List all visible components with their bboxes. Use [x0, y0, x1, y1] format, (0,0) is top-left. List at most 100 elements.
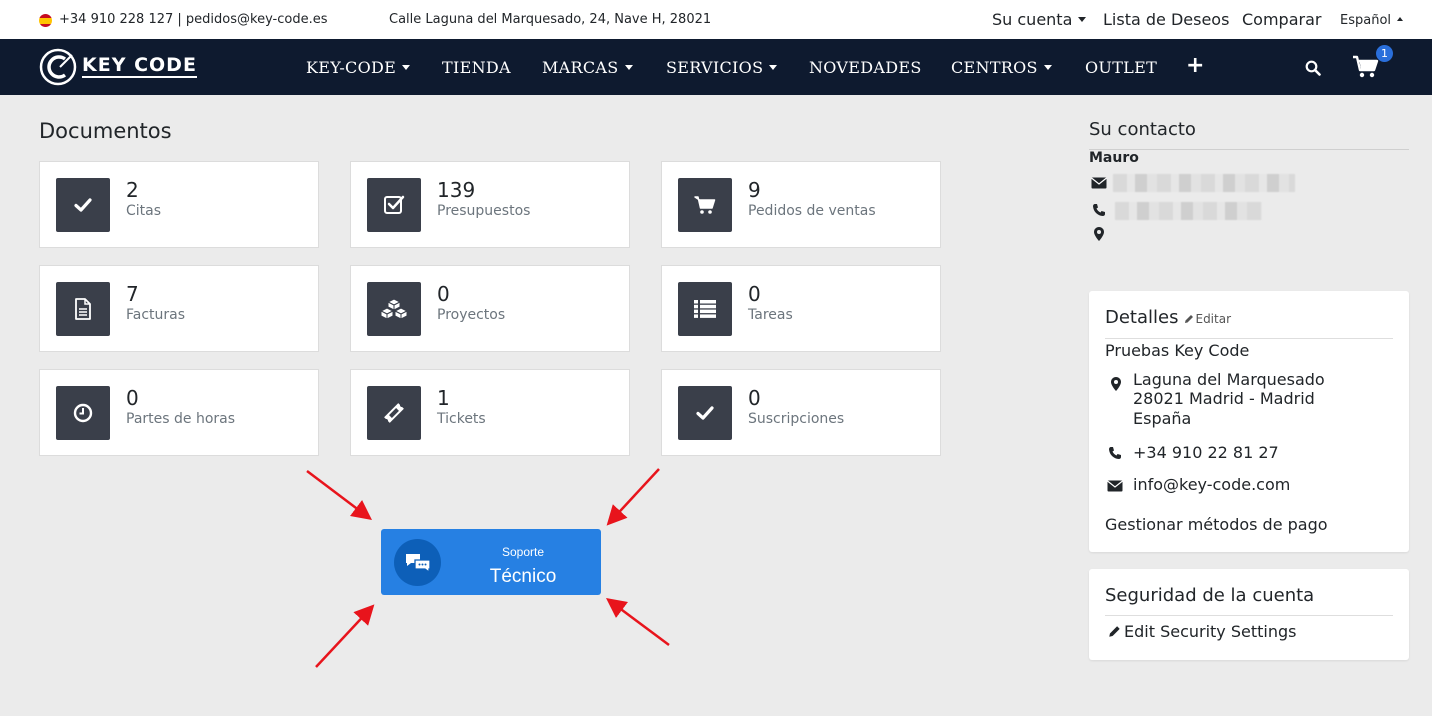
card-label: Tickets	[437, 411, 486, 427]
cubes-icon	[367, 282, 421, 336]
support-label-small: Soporte	[501, 545, 545, 559]
nav-novedades[interactable]: NOVEDADES	[809, 58, 922, 77]
card-value: 0	[126, 386, 139, 410]
logo-text: KEY CODE	[82, 54, 197, 78]
chevron-up-icon	[1397, 17, 1404, 21]
card-value: 9	[748, 178, 761, 202]
company-name: Pruebas Key Code	[1105, 341, 1250, 360]
spain-flag-icon	[39, 14, 52, 27]
edit-security-settings-link[interactable]: Edit Security Settings	[1108, 622, 1296, 642]
card-tickets[interactable]: 1 Tickets	[350, 369, 630, 456]
chevron-down-icon	[769, 65, 778, 70]
wishlist-link[interactable]: Lista de Deseos	[1103, 10, 1229, 29]
pencil-icon	[1109, 626, 1120, 637]
contact-title: Su contacto	[1089, 119, 1196, 140]
arrow-bottom-left	[315, 604, 375, 668]
arrow-top-left	[306, 470, 372, 521]
phone-icon	[1109, 447, 1121, 459]
logo-mark-icon	[39, 48, 77, 86]
chat-bubbles-icon	[394, 539, 441, 586]
check-icon	[678, 386, 732, 440]
address-line-3: España	[1133, 409, 1192, 428]
nav-servicios-label: SERVICIOS	[666, 58, 764, 77]
language-label: Español	[1340, 13, 1392, 28]
card-label: Proyectos	[437, 307, 506, 323]
card-label: Tareas	[748, 307, 793, 323]
card-proyectos[interactable]: 0 Proyectos	[350, 265, 630, 352]
document-icon	[56, 282, 110, 336]
store-address: Calle Laguna del Marquesado, 24, Nave H,…	[389, 12, 712, 27]
card-value: 0	[748, 282, 761, 306]
account-menu[interactable]: Su cuenta	[992, 10, 1087, 29]
main-navbar: KEY CODE KEY-CODE TIENDA MARCAS SERVICIO…	[0, 39, 1432, 95]
envelope-icon	[1091, 177, 1107, 189]
nav-marcas-label: MARCAS	[542, 58, 619, 77]
divider	[1105, 338, 1393, 339]
divider	[1105, 615, 1393, 616]
chevron-down-icon	[624, 65, 633, 70]
manage-payment-methods-link[interactable]: Gestionar métodos de pago	[1105, 515, 1328, 535]
technical-support-button[interactable]: Soporte Técnico	[381, 529, 601, 595]
account-label: Su cuenta	[992, 10, 1073, 29]
address-line-2: 28021 Madrid - Madrid	[1133, 389, 1315, 408]
nav-key-code[interactable]: KEY-CODE	[306, 58, 411, 77]
cart-count-badge: 1	[1376, 45, 1393, 62]
compare-link[interactable]: Comparar	[1242, 10, 1321, 29]
nav-key-code-label: KEY-CODE	[306, 58, 397, 77]
language-selector[interactable]: Español	[1340, 13, 1404, 28]
card-label: Suscripciones	[748, 411, 845, 427]
security-panel: Seguridad de la cuenta Edit Security Set…	[1089, 569, 1409, 660]
top-bar: +34 910 228 127 | pedidos@key-code.es Ca…	[0, 0, 1432, 39]
redacted-email	[1113, 174, 1295, 192]
nav-outlet[interactable]: OUTLET	[1085, 58, 1157, 77]
map-pin-icon	[1094, 227, 1104, 241]
search-icon[interactable]	[1305, 60, 1321, 76]
card-partes-de-horas[interactable]: 0 Partes de horas	[39, 369, 319, 456]
pencil-icon	[1185, 315, 1194, 323]
nav-marcas[interactable]: MARCAS	[542, 58, 633, 77]
details-email: info@key-code.com	[1133, 475, 1291, 494]
details-title-text: Detalles	[1105, 307, 1179, 328]
arrow-bottom-right	[605, 598, 670, 647]
card-presupuestos[interactable]: 139 Presupuestos	[350, 161, 630, 248]
details-panel: Detalles Editar Pruebas Key Code Laguna d…	[1089, 291, 1409, 552]
details-phone: +34 910 22 81 27	[1133, 443, 1279, 462]
redacted-phone	[1115, 202, 1262, 220]
cart-icon[interactable]	[1352, 55, 1380, 79]
support-label-big: Técnico	[489, 566, 557, 587]
check-icon	[56, 178, 110, 232]
card-tareas[interactable]: 0 Tareas	[661, 265, 941, 352]
card-label: Pedidos de ventas	[748, 203, 876, 219]
nav-servicios[interactable]: SERVICIOS	[666, 58, 778, 77]
card-citas[interactable]: 2 Citas	[39, 161, 319, 248]
map-pin-icon	[1111, 377, 1121, 391]
card-facturas[interactable]: 7 Facturas	[39, 265, 319, 352]
nav-tienda[interactable]: TIENDA	[442, 58, 511, 77]
envelope-icon	[1107, 480, 1123, 492]
details-title: Detalles Editar	[1105, 307, 1231, 328]
security-title: Seguridad de la cuenta	[1105, 585, 1315, 606]
card-value: 7	[126, 282, 139, 306]
card-value: 139	[437, 178, 476, 202]
nav-centros-label: CENTROS	[951, 58, 1038, 77]
address-line-1: Laguna del Marquesado	[1133, 370, 1325, 389]
plus-icon[interactable]: +	[1186, 53, 1204, 78]
card-suscripciones[interactable]: 0 Suscripciones	[661, 369, 941, 456]
edit-details-link[interactable]: Editar	[1184, 312, 1231, 326]
key-code-logo[interactable]: KEY CODE	[38, 47, 208, 87]
card-label: Presupuestos	[437, 203, 531, 219]
nav-centros[interactable]: CENTROS	[951, 58, 1052, 77]
ticket-icon	[367, 386, 421, 440]
edit-security-label: Edit Security Settings	[1124, 622, 1297, 641]
chevron-down-icon	[402, 65, 411, 70]
list-icon	[678, 282, 732, 336]
card-value: 2	[126, 178, 139, 202]
card-pedidos-de-ventas[interactable]: 9 Pedidos de ventas	[661, 161, 941, 248]
phone-icon	[1093, 204, 1105, 216]
card-value: 0	[748, 386, 761, 410]
contact-info: +34 910 228 127 | pedidos@key-code.es	[59, 12, 328, 27]
edit-label: Editar	[1195, 312, 1232, 326]
card-label: Partes de horas	[126, 411, 236, 427]
chevron-down-icon	[1043, 65, 1052, 70]
card-value: 1	[437, 386, 450, 410]
